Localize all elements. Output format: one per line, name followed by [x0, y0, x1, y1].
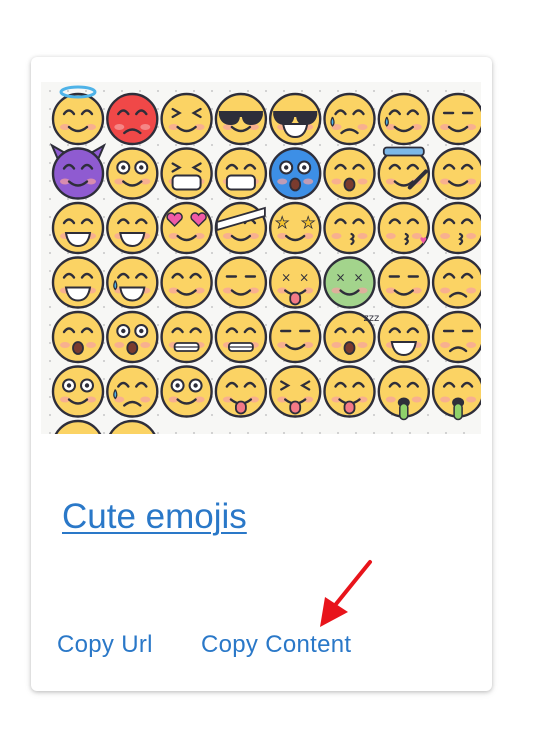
eye-roll-emoji-icon [51, 365, 105, 418]
happy-emoji-icon [106, 201, 159, 255]
halo-emoji-icon [51, 85, 105, 146]
smirk-emoji-icon [268, 310, 322, 364]
sad-sweat-emoji-icon [106, 365, 159, 418]
grin-emoji-icon [51, 201, 105, 255]
card-title-link[interactable]: Cute emojis [62, 497, 247, 537]
cool-grin-emoji-icon [268, 92, 322, 146]
expressionless-emoji-icon [377, 256, 430, 309]
joy-emoji-icon [51, 256, 105, 309]
vomit-emoji-icon [431, 365, 481, 421]
unamused-emoji-icon [431, 310, 481, 364]
laugh-tears-emoji-icon [106, 256, 159, 309]
content-card: ★ ★ ♥ × × × × zzz Cute emojis Copy Url Copy Con… [31, 57, 492, 691]
smile-emoji-icon [160, 256, 213, 309]
kiss-heart-emoji-icon: ♥ [377, 201, 430, 255]
loud-cry-emoji-icon [377, 92, 430, 146]
svg-text:★: ★ [275, 215, 289, 232]
blue-shocked-emoji-icon [268, 147, 322, 200]
sweat-smile-emoji-icon [377, 310, 430, 364]
dead-emoji-icon: × × [268, 256, 322, 309]
tongue-emoji-icon [214, 365, 268, 418]
zipper-emoji-icon [214, 310, 268, 364]
red-arrow-icon [320, 560, 372, 627]
copy-url-button[interactable]: Copy Url [57, 631, 153, 659]
svg-text:★: ★ [301, 215, 315, 232]
squint-emoji-icon [160, 92, 213, 146]
emoji-sheet-image[interactable]: ★ ★ ♥ × × × × zzz [41, 82, 481, 434]
bandage-emoji-icon [214, 201, 268, 255]
sunglasses-emoji-icon [214, 92, 268, 146]
svg-text:♥: ♥ [420, 233, 427, 247]
partial-emoji-icon [54, 419, 102, 434]
svg-text:×: × [299, 271, 309, 285]
squint-tongue-emoji-icon [268, 365, 322, 418]
sleepy-emoji-icon: zzz [323, 310, 380, 364]
mask-squint-emoji-icon [160, 147, 213, 200]
heart-eyes-emoji-icon [160, 201, 213, 255]
partial-emoji-icon [109, 419, 156, 434]
rolling-eyes-emoji-icon [160, 365, 213, 418]
wink-kiss-emoji-icon [431, 201, 481, 255]
kiss-emoji-icon [323, 201, 376, 255]
star-eyes-emoji-icon: ★ ★ [268, 201, 322, 255]
grimace-emoji-icon [160, 310, 213, 364]
sick-green-emoji-icon: × × [323, 256, 376, 309]
smile-emoji-icon [431, 147, 481, 200]
emoji-grid: ★ ★♥× × × ×zzz [49, 85, 481, 434]
medical-mask-emoji-icon [214, 147, 268, 200]
dizzy-emoji-icon [106, 147, 159, 200]
devil-emoji-icon [49, 143, 107, 200]
relieved-emoji-icon [431, 256, 481, 309]
worried-emoji-icon [51, 310, 105, 364]
thermometer-emoji-icon [377, 146, 430, 200]
svg-text:×: × [353, 271, 363, 285]
angry-red-emoji-icon [106, 92, 159, 146]
open-mouth-emoji-icon [106, 310, 159, 364]
blank-emoji-icon [214, 256, 268, 309]
svg-text:×: × [281, 271, 291, 285]
svg-text:×: × [335, 271, 345, 285]
wink-tongue-emoji-icon [323, 365, 376, 418]
surprised-emoji-icon [323, 147, 376, 200]
svg-text:zzz: zzz [364, 313, 380, 324]
crying-emoji-icon [323, 92, 376, 146]
drool-emoji-icon [377, 365, 430, 421]
neutral-emoji-icon [431, 92, 481, 146]
